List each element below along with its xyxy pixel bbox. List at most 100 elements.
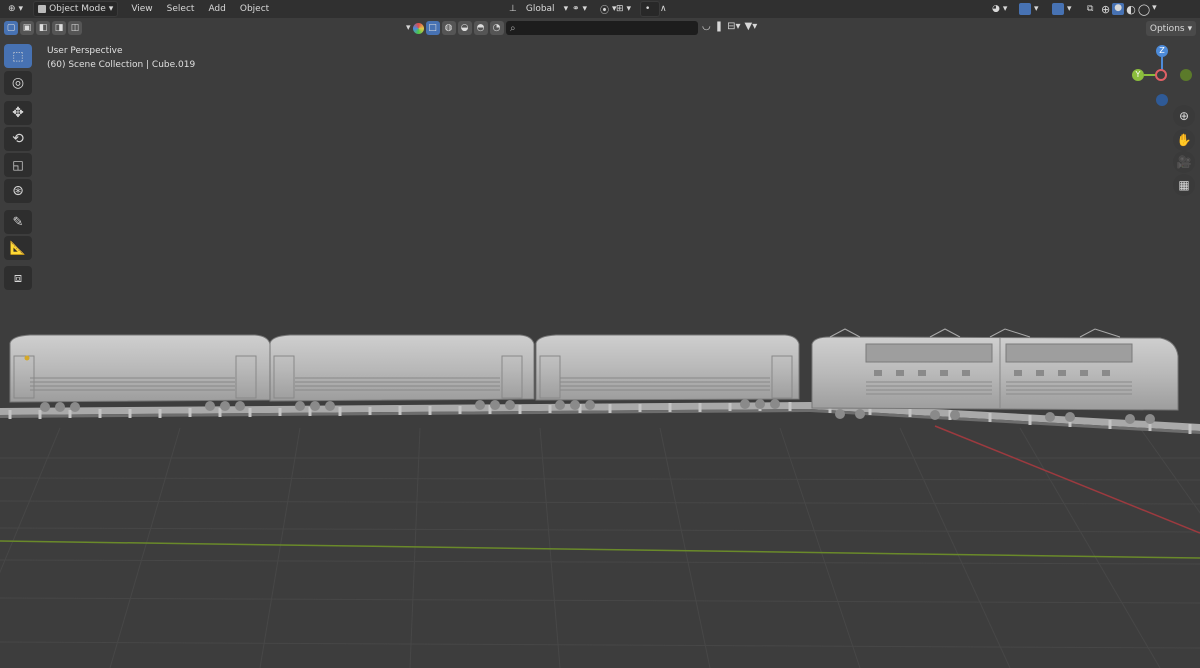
- proportional-icon: •: [645, 4, 651, 14]
- history-dropdown-icon[interactable]: ◡: [702, 21, 711, 32]
- select-intersect-icon[interactable]: ◫: [68, 21, 82, 35]
- annotate-icon: ✎: [12, 214, 24, 230]
- chevron-down-icon: ▾: [108, 4, 114, 14]
- bookmark-icon[interactable]: ❚: [715, 21, 723, 32]
- gizmo-icon: [1019, 3, 1031, 15]
- options-label: Options: [1149, 23, 1185, 34]
- transform-tool[interactable]: ⊛: [4, 179, 32, 203]
- light-filter-icon[interactable]: ◒: [457, 21, 472, 35]
- annotate-tool[interactable]: ✎: [4, 210, 32, 234]
- falloff-dropdown[interactable]: ∧: [656, 2, 671, 16]
- pivot-icon: ⚭: [572, 4, 580, 14]
- chevron-down-icon: ▾: [1034, 4, 1039, 14]
- scale-tool[interactable]: ◱: [4, 153, 32, 177]
- chevron-down-icon: ▾: [1067, 4, 1072, 14]
- select-subtract-icon[interactable]: ◧: [36, 21, 50, 35]
- camera-view-button[interactable]: 🎥: [1173, 151, 1195, 173]
- passenger-car-1[interactable]: [9, 334, 271, 412]
- z-axis-handle[interactable]: Z: [1156, 45, 1168, 57]
- passenger-car-3[interactable]: [535, 334, 800, 410]
- options-dropdown[interactable]: Options ▾: [1146, 21, 1196, 36]
- falloff-icon: ∧: [660, 4, 667, 14]
- layout-icon[interactable]: ⊟▾: [727, 21, 740, 32]
- camera-icon: 🎥: [1176, 155, 1192, 169]
- select-new-icon[interactable]: ▢: [4, 21, 18, 35]
- perspective-toggle-button[interactable]: ▦: [1173, 174, 1195, 196]
- snap-target-icon: ⊞: [616, 4, 624, 14]
- menu-view[interactable]: View: [124, 4, 159, 14]
- editor-type-button[interactable]: ⊕ ▾: [4, 2, 27, 16]
- transform-orientation-dropdown[interactable]: ⊥ Global ▾: [505, 2, 572, 16]
- z-axis-label: Z: [1159, 46, 1165, 55]
- filter-icon[interactable]: ▼▾: [745, 21, 758, 32]
- measure-tool[interactable]: 📐: [4, 236, 32, 260]
- grid-icon: ▦: [1178, 178, 1190, 192]
- snap-target-dropdown[interactable]: ⊞ ▾: [612, 2, 635, 16]
- cursor-tool[interactable]: ◎: [4, 71, 32, 95]
- chevron-down-icon: ▾: [1002, 4, 1008, 14]
- chevron-down-icon: ▾: [582, 4, 588, 14]
- y-axis-handle[interactable]: Y: [1132, 69, 1144, 81]
- header-menus: View Select Add Object: [124, 4, 276, 14]
- neg-z-axis-handle[interactable]: [1156, 94, 1168, 106]
- hand-icon: ✋: [1176, 133, 1192, 147]
- editor-type-icon: ⊕: [8, 4, 16, 14]
- chevron-down-icon[interactable]: ▾: [406, 23, 411, 33]
- xray-icon: ⧉: [1087, 4, 1094, 14]
- xray-toggle[interactable]: ⧉: [1083, 2, 1097, 16]
- visibility-dropdown[interactable]: ◕ ▾: [988, 2, 1011, 16]
- select-box-tool[interactable]: ⬚: [4, 44, 32, 68]
- collection-label: (60) Scene Collection | Cube.019: [47, 60, 196, 70]
- move-icon: ✥: [12, 105, 24, 121]
- zoom-button[interactable]: ⊕: [1173, 105, 1195, 127]
- overlay-toggle[interactable]: ▾: [1048, 2, 1076, 16]
- add-cube-tool[interactable]: ⧈: [4, 266, 32, 290]
- perspective-label: User Perspective: [47, 46, 123, 56]
- selection-mode-buttons: ▢ ▣ ◧ ◨ ◫: [4, 21, 82, 35]
- menu-add[interactable]: Add: [201, 4, 232, 14]
- snap-icon: ⦿: [600, 5, 610, 16]
- y-axis-label: Y: [1135, 70, 1141, 79]
- camera-filter-icon[interactable]: ◓: [473, 21, 488, 35]
- mode-dropdown[interactable]: Object Mode ▾: [33, 1, 119, 17]
- orientation-label: Global: [525, 4, 555, 14]
- mesh-filter-icon[interactable]: □: [425, 21, 440, 35]
- rendered-shading-icon[interactable]: ◯: [1138, 3, 1150, 16]
- grid-floor: [0, 427, 1200, 668]
- viewport-canvas[interactable]: [0, 38, 1200, 668]
- gizmo-toggle[interactable]: ▾: [1015, 2, 1043, 16]
- rotate-tool[interactable]: ⟲: [4, 127, 32, 151]
- color-icon[interactable]: [412, 22, 424, 34]
- pan-button[interactable]: ✋: [1173, 129, 1195, 151]
- empty-filter-icon[interactable]: ◔: [489, 21, 504, 35]
- eye-icon: ◕: [992, 4, 1000, 14]
- menu-object[interactable]: Object: [233, 4, 276, 14]
- viewport-header: ⊕ ▾ Object Mode ▾ View Select Add Object …: [0, 0, 1200, 18]
- curve-filter-icon[interactable]: ◍: [441, 21, 456, 35]
- wireframe-shading-icon[interactable]: ⊕: [1101, 3, 1110, 16]
- move-tool[interactable]: ✥: [4, 101, 32, 125]
- menu-select[interactable]: Select: [160, 4, 202, 14]
- select-invert-icon[interactable]: ◨: [52, 21, 66, 35]
- overlay-icon: [1052, 3, 1064, 15]
- neg-y-axis-handle[interactable]: [1180, 69, 1192, 81]
- transform-icon: ⊛: [12, 183, 24, 199]
- search-icon: ⌕: [510, 22, 516, 34]
- material-shading-icon[interactable]: ◐: [1126, 3, 1136, 16]
- solid-shading-icon[interactable]: ●: [1112, 2, 1125, 15]
- passenger-car-2[interactable]: [269, 334, 535, 411]
- object-type-filters: ▾ □ ◍ ◒ ◓ ◔: [406, 21, 504, 35]
- measure-icon: 📐: [9, 240, 27, 256]
- select-extend-icon[interactable]: ▣: [20, 21, 34, 35]
- zoom-icon: ⊕: [1178, 109, 1190, 123]
- chevron-down-icon[interactable]: ▾: [1152, 3, 1157, 16]
- filter-buttons: ◡ ❚ ⊟▾ ▼▾: [702, 21, 757, 32]
- cursor-icon: ◎: [11, 75, 25, 91]
- x-axis-handle[interactable]: X: [1155, 69, 1167, 81]
- chevron-down-icon: ▾: [18, 4, 24, 14]
- pivot-dropdown[interactable]: ⚭ ▾: [568, 2, 591, 16]
- viewport-info: User Perspective (60) Scene Collection |…: [47, 44, 195, 72]
- search-input[interactable]: ⌕: [506, 21, 698, 35]
- rotate-icon: ⟲: [12, 131, 24, 147]
- add-cube-icon: ⧈: [13, 270, 23, 286]
